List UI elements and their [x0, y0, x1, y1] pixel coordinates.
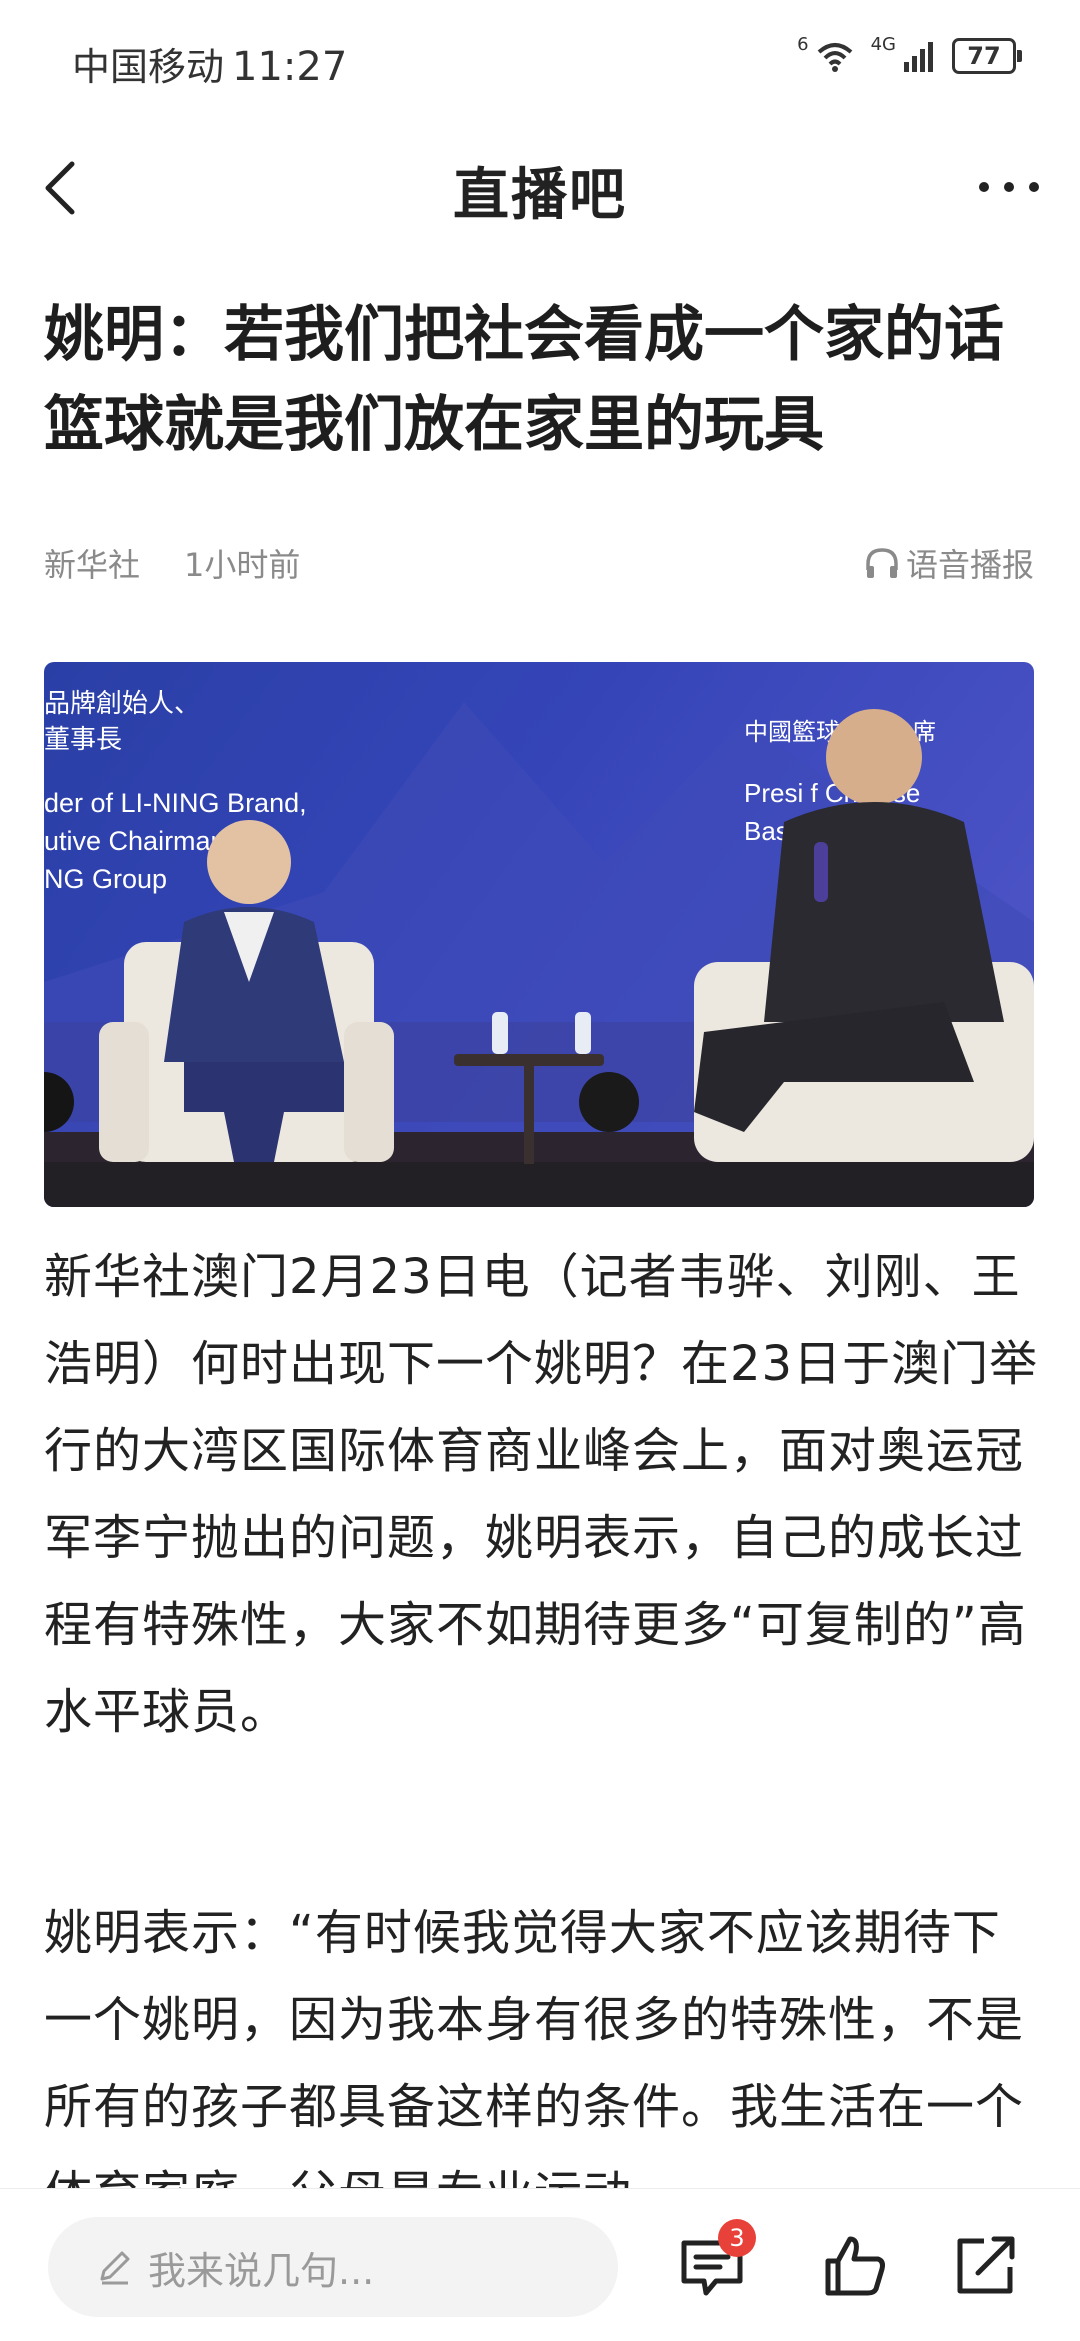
article-time: 1小时前: [184, 546, 301, 584]
audio-play-button[interactable]: 语音播报: [864, 540, 1034, 586]
share-icon[interactable]: [950, 2229, 1022, 2301]
thumbs-up-icon[interactable]: [818, 2229, 890, 2301]
article-meta: 新华社 1小时前 语音播报: [44, 540, 1034, 584]
wifi-icon: [817, 43, 852, 72]
wifi-label: 6: [797, 33, 809, 55]
status-icons: 6 4G 77: [797, 34, 1022, 74]
article-paragraph: 新华社澳门2月23日电（记者韦骅、刘刚、王浩明）何时出现下一个姚明？在23日于澳…: [44, 1249, 1039, 1740]
pencil-icon: [100, 2251, 130, 2285]
right-speaker-head: [826, 709, 922, 805]
article-title: 姚明：若我们把社会看成一个家的话 篮球就是我们放在家里的玩具: [44, 300, 1004, 460]
status-bar: 中国移动 11:27 6 4G 77: [0, 0, 1080, 120]
photo-caption-left-cn-1: 品牌創始人、: [44, 688, 200, 718]
nav-bar: 直播吧: [0, 120, 1080, 250]
signal-icon: [904, 42, 933, 72]
article-source[interactable]: 新华社: [44, 540, 140, 586]
battery-level: 77: [967, 42, 1001, 70]
left-speaker-head: [207, 820, 291, 904]
article-paragraph: 姚明表示：“有时候我觉得大家不应该期待下一个姚明，因为我本身有很多的特殊性，不是…: [44, 1905, 1025, 2222]
comment-placeholder: 我来说几句...: [148, 2248, 375, 2293]
carrier-label: 中国移动: [72, 45, 225, 89]
event-photo-illustration: 品牌創始人、 董事長 der of LI-NING Brand, utive C…: [44, 662, 1034, 1207]
audio-play-label: 语音播报: [905, 546, 1034, 584]
clock: 11:27: [232, 44, 348, 90]
article-photo[interactable]: 品牌創始人、 董事長 der of LI-NING Brand, utive C…: [44, 662, 1034, 1207]
battery-icon: 77: [952, 38, 1022, 74]
app-title: 直播吧: [453, 163, 627, 228]
bottom-action-bar: 我来说几句... 3: [0, 2188, 1080, 2341]
headphones-icon: [866, 548, 898, 578]
more-options-icon[interactable]: [974, 172, 1044, 202]
photo-caption-left-cn-2: 董事長: [44, 724, 122, 754]
comment-count-badge: 3: [718, 2219, 756, 2257]
status-carrier-time: 中国移动 11:27: [72, 36, 347, 91]
photo-caption-left-en-3: NG Group: [44, 864, 167, 894]
comment-input[interactable]: 我来说几句...: [48, 2217, 618, 2317]
photo-caption-left-en-1: der of LI-NING Brand,: [44, 788, 307, 818]
network-label: 4G: [870, 33, 896, 55]
